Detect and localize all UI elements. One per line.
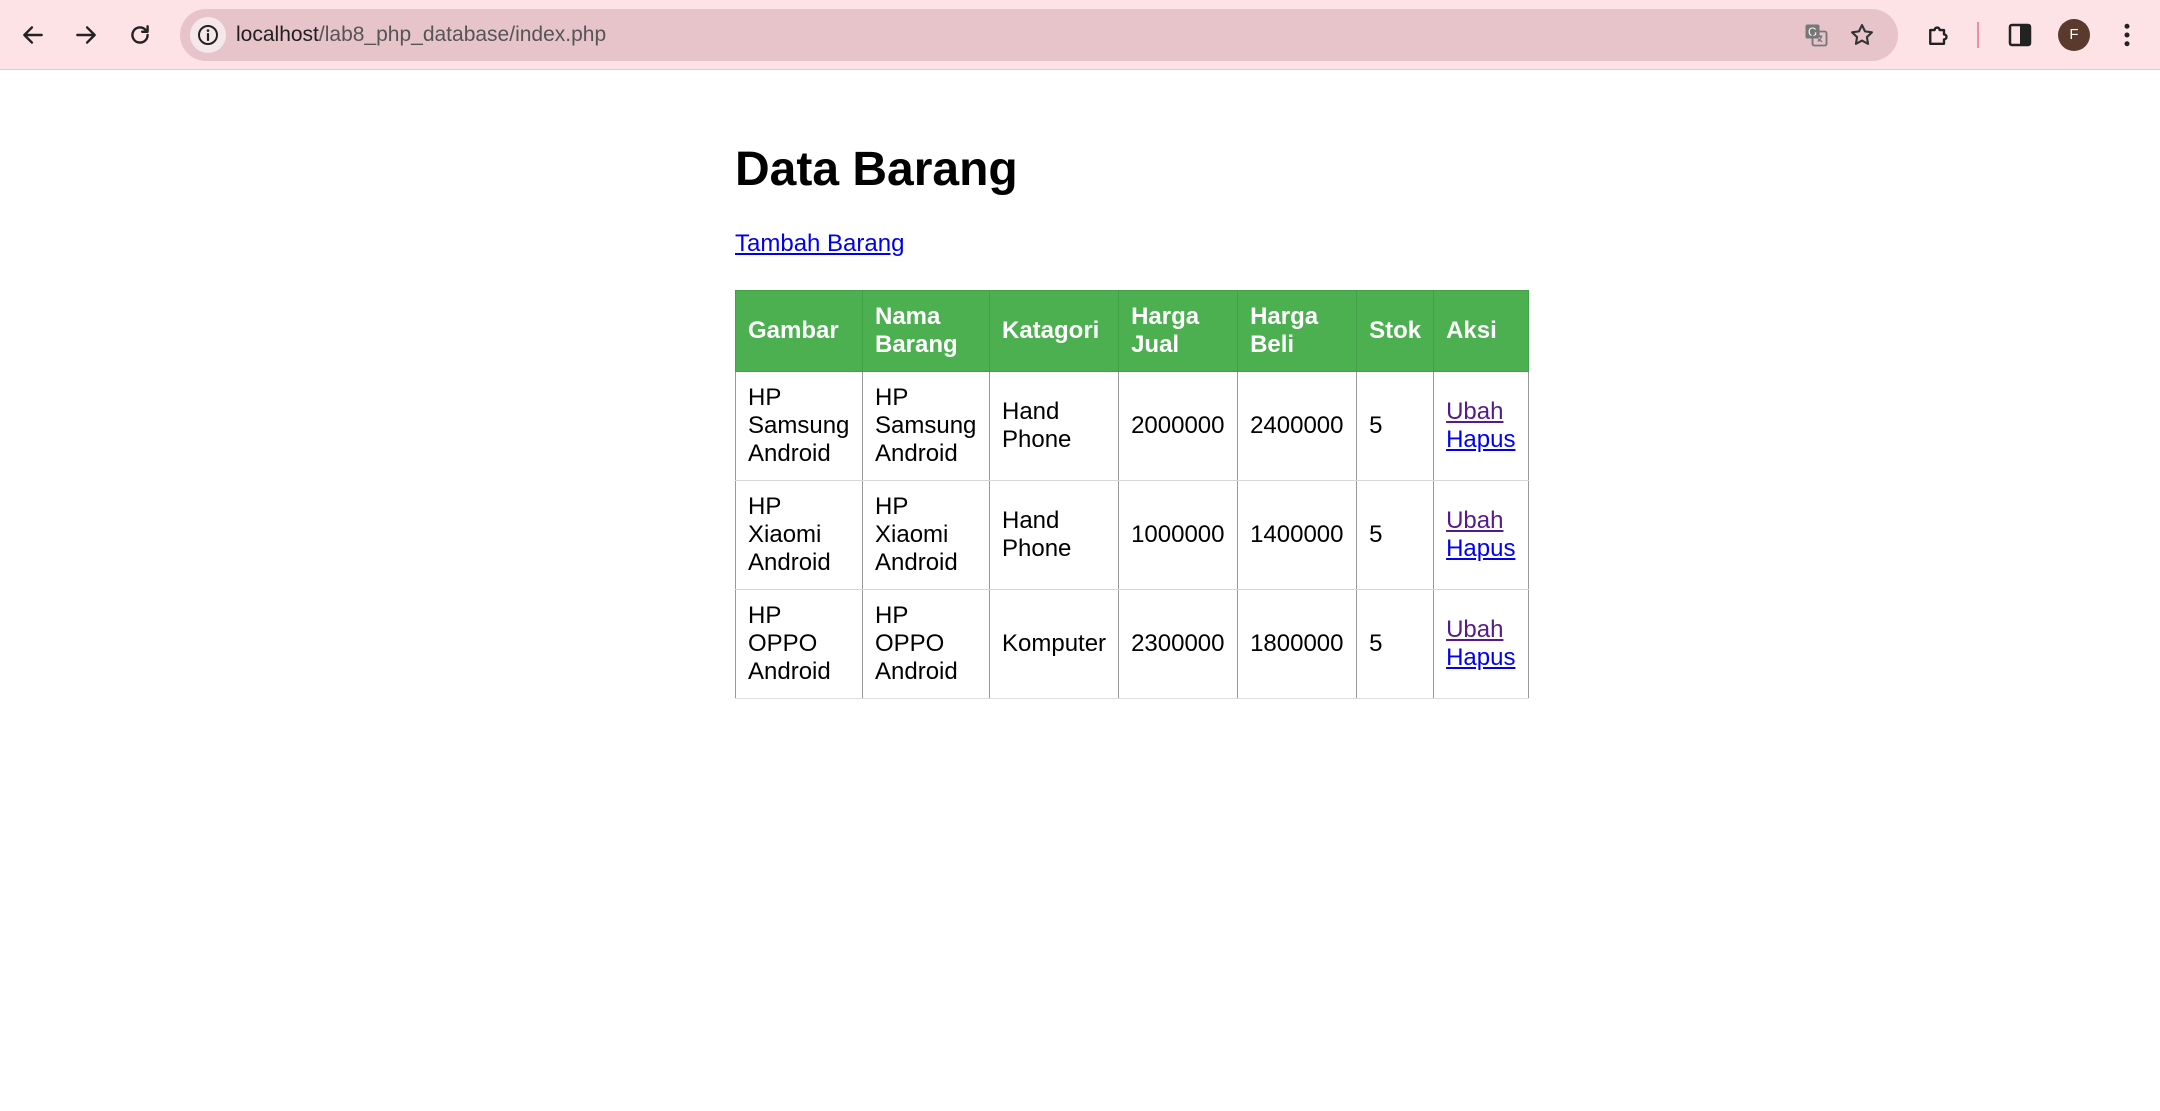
delete-link[interactable]: Hapus	[1446, 426, 1516, 454]
address-bar[interactable]: localhost/lab8_php_database/index.php G	[180, 9, 1898, 61]
cell-harga-jual: 1000000	[1118, 480, 1239, 590]
cell-stok: 5	[1356, 371, 1435, 481]
translate-button[interactable]: G	[1800, 19, 1832, 51]
table-row: HP Xiaomi Android HP Xiaomi Android Hand…	[735, 480, 1530, 590]
cell-harga-beli: 1400000	[1237, 480, 1358, 590]
cell-katagori: Hand Phone	[988, 371, 1120, 481]
arrow-left-icon	[23, 26, 43, 44]
cell-gambar: HP OPPO Android	[735, 589, 863, 699]
items-table: Gambar Nama Barang Katagori Harga Jual H…	[735, 290, 1530, 699]
cell-stok: 5	[1356, 480, 1435, 590]
site-info-button[interactable]	[190, 17, 226, 53]
cell-nama-barang: HP OPPO Android	[862, 589, 990, 699]
side-panel-icon	[2008, 23, 2032, 47]
more-vertical-icon	[2124, 23, 2130, 47]
cell-harga-jual: 2300000	[1118, 589, 1239, 699]
header-harga-jual: Harga Jual	[1118, 290, 1239, 372]
back-button[interactable]	[12, 14, 54, 56]
arrow-right-icon	[76, 26, 96, 44]
edit-link[interactable]: Ubah	[1446, 507, 1516, 535]
url-path: /lab8_php_database/index.php	[318, 23, 607, 46]
cell-stok: 5	[1356, 589, 1435, 699]
toolbar-separator	[1977, 22, 1979, 48]
cell-harga-jual: 2000000	[1118, 371, 1239, 481]
cell-katagori: Hand Phone	[988, 480, 1120, 590]
cell-nama-barang: HP Samsung Android	[862, 371, 990, 481]
info-icon	[198, 25, 218, 45]
bookmark-button[interactable]	[1846, 19, 1878, 51]
star-icon	[1851, 24, 1873, 45]
table-row: HP OPPO Android HP OPPO Android Komputer…	[735, 589, 1530, 699]
puzzle-icon	[1929, 26, 1948, 45]
delete-link[interactable]: Hapus	[1446, 644, 1516, 672]
table-row: HP Samsung Android HP Samsung Android Ha…	[735, 371, 1530, 481]
browser-menu-button[interactable]	[2110, 18, 2144, 52]
url-host: localhost	[236, 23, 319, 46]
header-harga-beli: Harga Beli	[1237, 290, 1358, 372]
url-text[interactable]: localhost/lab8_php_database/index.php	[236, 9, 606, 61]
cell-harga-beli: 1800000	[1237, 589, 1358, 699]
browser-toolbar: localhost/lab8_php_database/index.php G …	[0, 0, 2160, 70]
profile-avatar[interactable]: F	[2058, 19, 2090, 51]
cell-aksi: Ubah Hapus	[1433, 589, 1530, 699]
side-panel-button[interactable]	[2003, 18, 2037, 52]
header-aksi: Aksi	[1433, 290, 1530, 372]
translate-icon: G	[1805, 24, 1828, 47]
header-nama-barang: Nama Barang	[862, 290, 990, 372]
header-stok: Stok	[1356, 290, 1435, 372]
reload-icon	[131, 25, 149, 44]
page-title: Data Barang	[735, 143, 1018, 196]
header-katagori: Katagori	[988, 290, 1120, 372]
cell-gambar: HP Samsung Android	[735, 371, 863, 481]
cell-aksi: Ubah Hapus	[1433, 371, 1530, 481]
header-gambar: Gambar	[735, 290, 863, 372]
table-header-row: Gambar Nama Barang Katagori Harga Jual H…	[735, 290, 1530, 372]
cell-nama-barang: HP Xiaomi Android	[862, 480, 990, 590]
cell-gambar: HP Xiaomi Android	[735, 480, 863, 590]
extensions-button[interactable]	[1922, 18, 1956, 52]
add-item-link[interactable]: Tambah Barang	[735, 230, 904, 258]
delete-link[interactable]: Hapus	[1446, 535, 1516, 563]
cell-katagori: Komputer	[988, 589, 1120, 699]
edit-link[interactable]: Ubah	[1446, 398, 1516, 426]
edit-link[interactable]: Ubah	[1446, 616, 1516, 644]
cell-aksi: Ubah Hapus	[1433, 480, 1530, 590]
forward-button[interactable]	[65, 14, 107, 56]
reload-button[interactable]	[119, 14, 161, 56]
cell-harga-beli: 2400000	[1237, 371, 1358, 481]
